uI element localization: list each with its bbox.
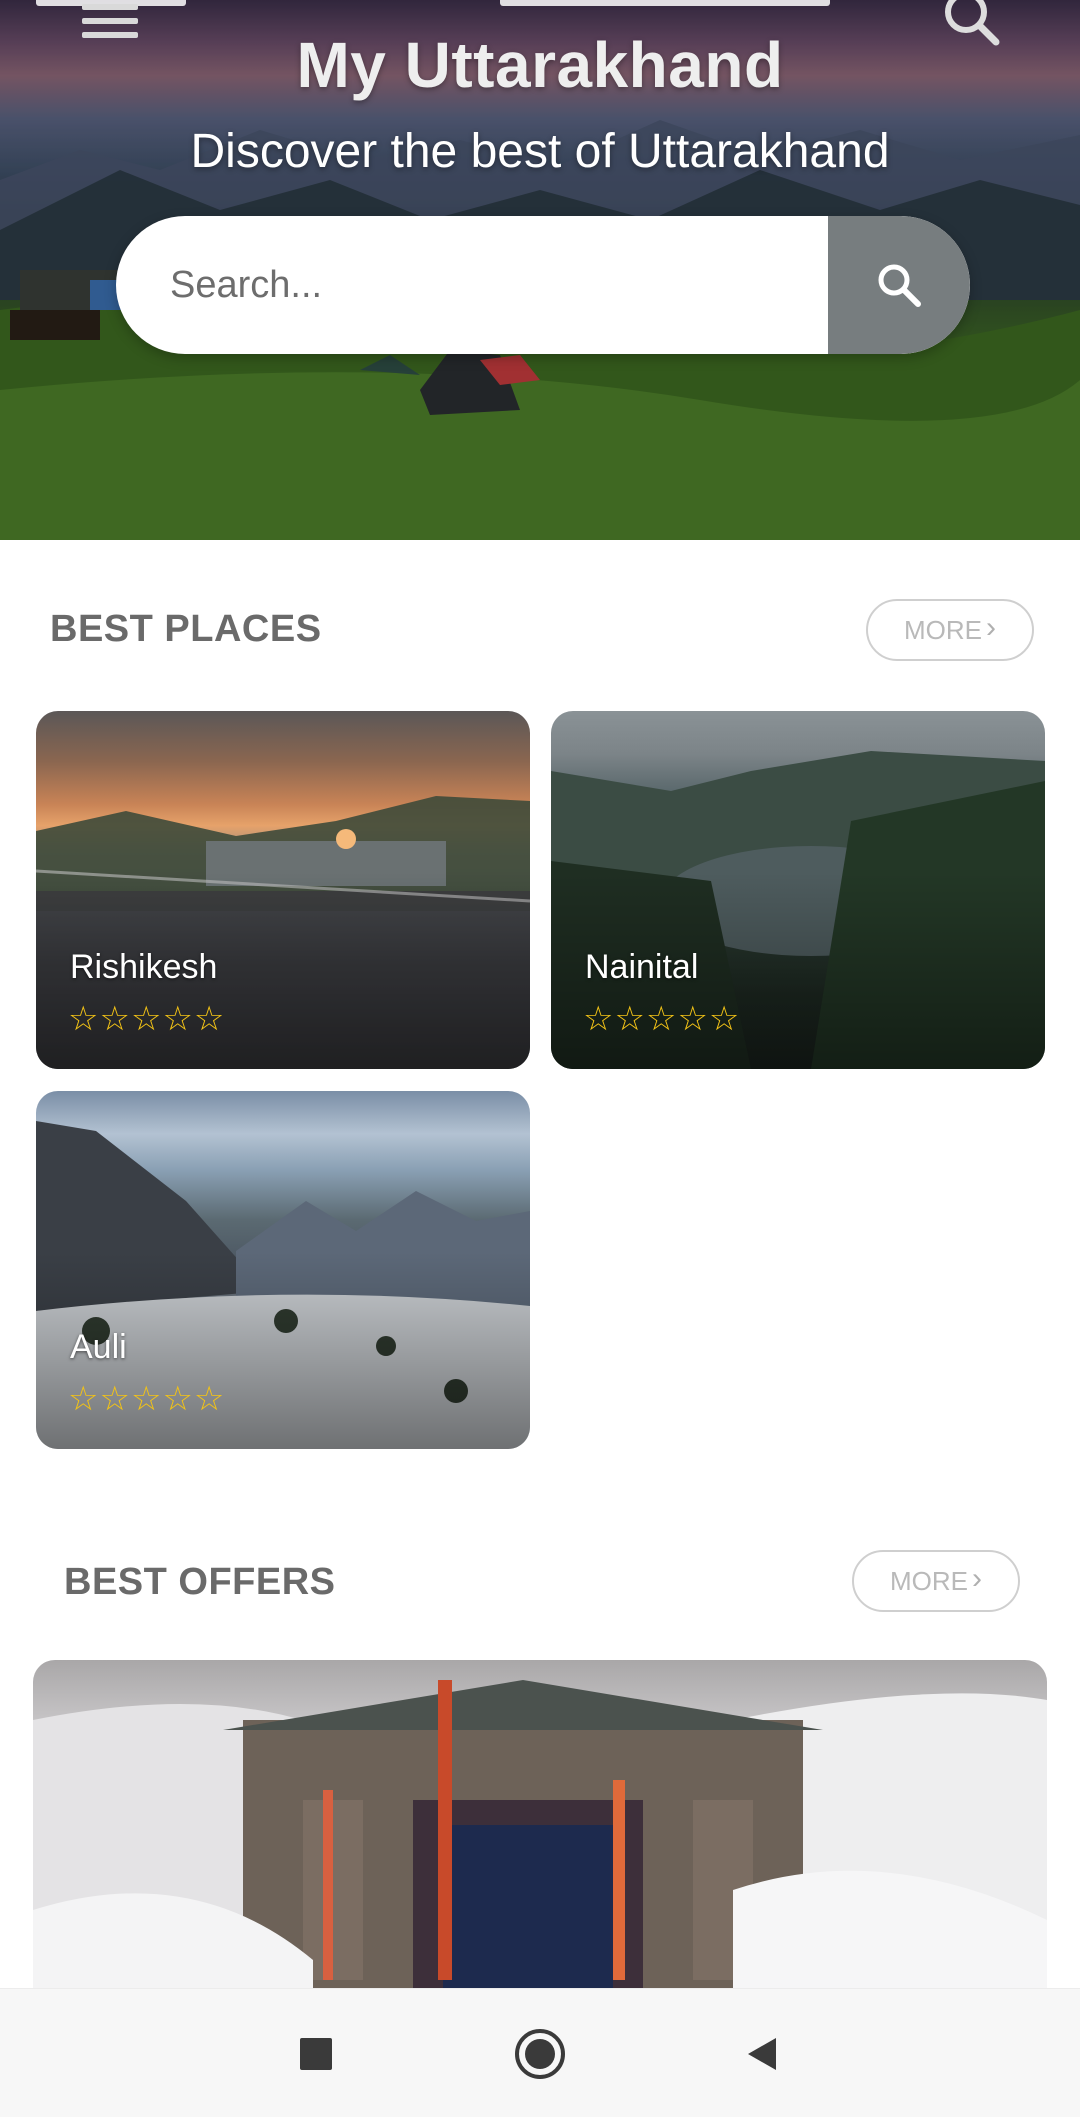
chevron-right-icon: › xyxy=(972,1562,982,1595)
more-label: MORE xyxy=(890,1565,968,1596)
status-bar-icons xyxy=(500,0,830,6)
best-places-title: BEST PLACES xyxy=(50,608,322,650)
home-button[interactable] xyxy=(480,1989,600,2117)
chevron-right-icon: › xyxy=(986,611,996,644)
hero-banner: My Uttarakhand Discover the best of Utta… xyxy=(0,0,1080,540)
star-rating: ☆☆☆☆☆ xyxy=(68,1379,226,1419)
place-name: Auli xyxy=(70,1328,127,1366)
more-label: MORE xyxy=(904,614,982,645)
star-rating: ☆☆☆☆☆ xyxy=(583,999,741,1039)
search-icon xyxy=(878,264,921,307)
square-icon xyxy=(300,2037,332,2070)
place-name: Rishikesh xyxy=(70,948,218,986)
app-subtitle: Discover the best of Uttarakhand xyxy=(190,125,890,178)
offer-card[interactable] xyxy=(33,1660,1047,1990)
star-rating: ☆☆☆☆☆ xyxy=(68,999,226,1039)
best-offers-more-button[interactable]: MORE › xyxy=(852,1550,1020,1612)
best-offers-title: BEST OFFERS xyxy=(64,1561,336,1603)
recents-button[interactable] xyxy=(256,1989,376,2117)
search-input[interactable] xyxy=(170,216,820,354)
search-bar xyxy=(116,216,970,354)
temple-image xyxy=(33,1680,1047,1990)
place-name: Nainital xyxy=(585,948,699,986)
back-button[interactable] xyxy=(702,1989,822,2117)
place-card-rishikesh[interactable]: Rishikesh ☆☆☆☆☆ xyxy=(36,711,530,1069)
place-card-auli[interactable]: Auli ☆☆☆☆☆ xyxy=(36,1091,530,1449)
search-button[interactable] xyxy=(828,216,970,354)
app-title: My Uttarakhand xyxy=(296,29,784,101)
place-card-nainital[interactable]: Nainital ☆☆☆☆☆ xyxy=(551,711,1045,1069)
triangle-back-icon xyxy=(748,2037,776,2070)
best-places-more-button[interactable]: MORE › xyxy=(866,599,1034,661)
system-nav-bar xyxy=(0,1988,1080,2117)
circle-icon xyxy=(515,2028,565,2079)
